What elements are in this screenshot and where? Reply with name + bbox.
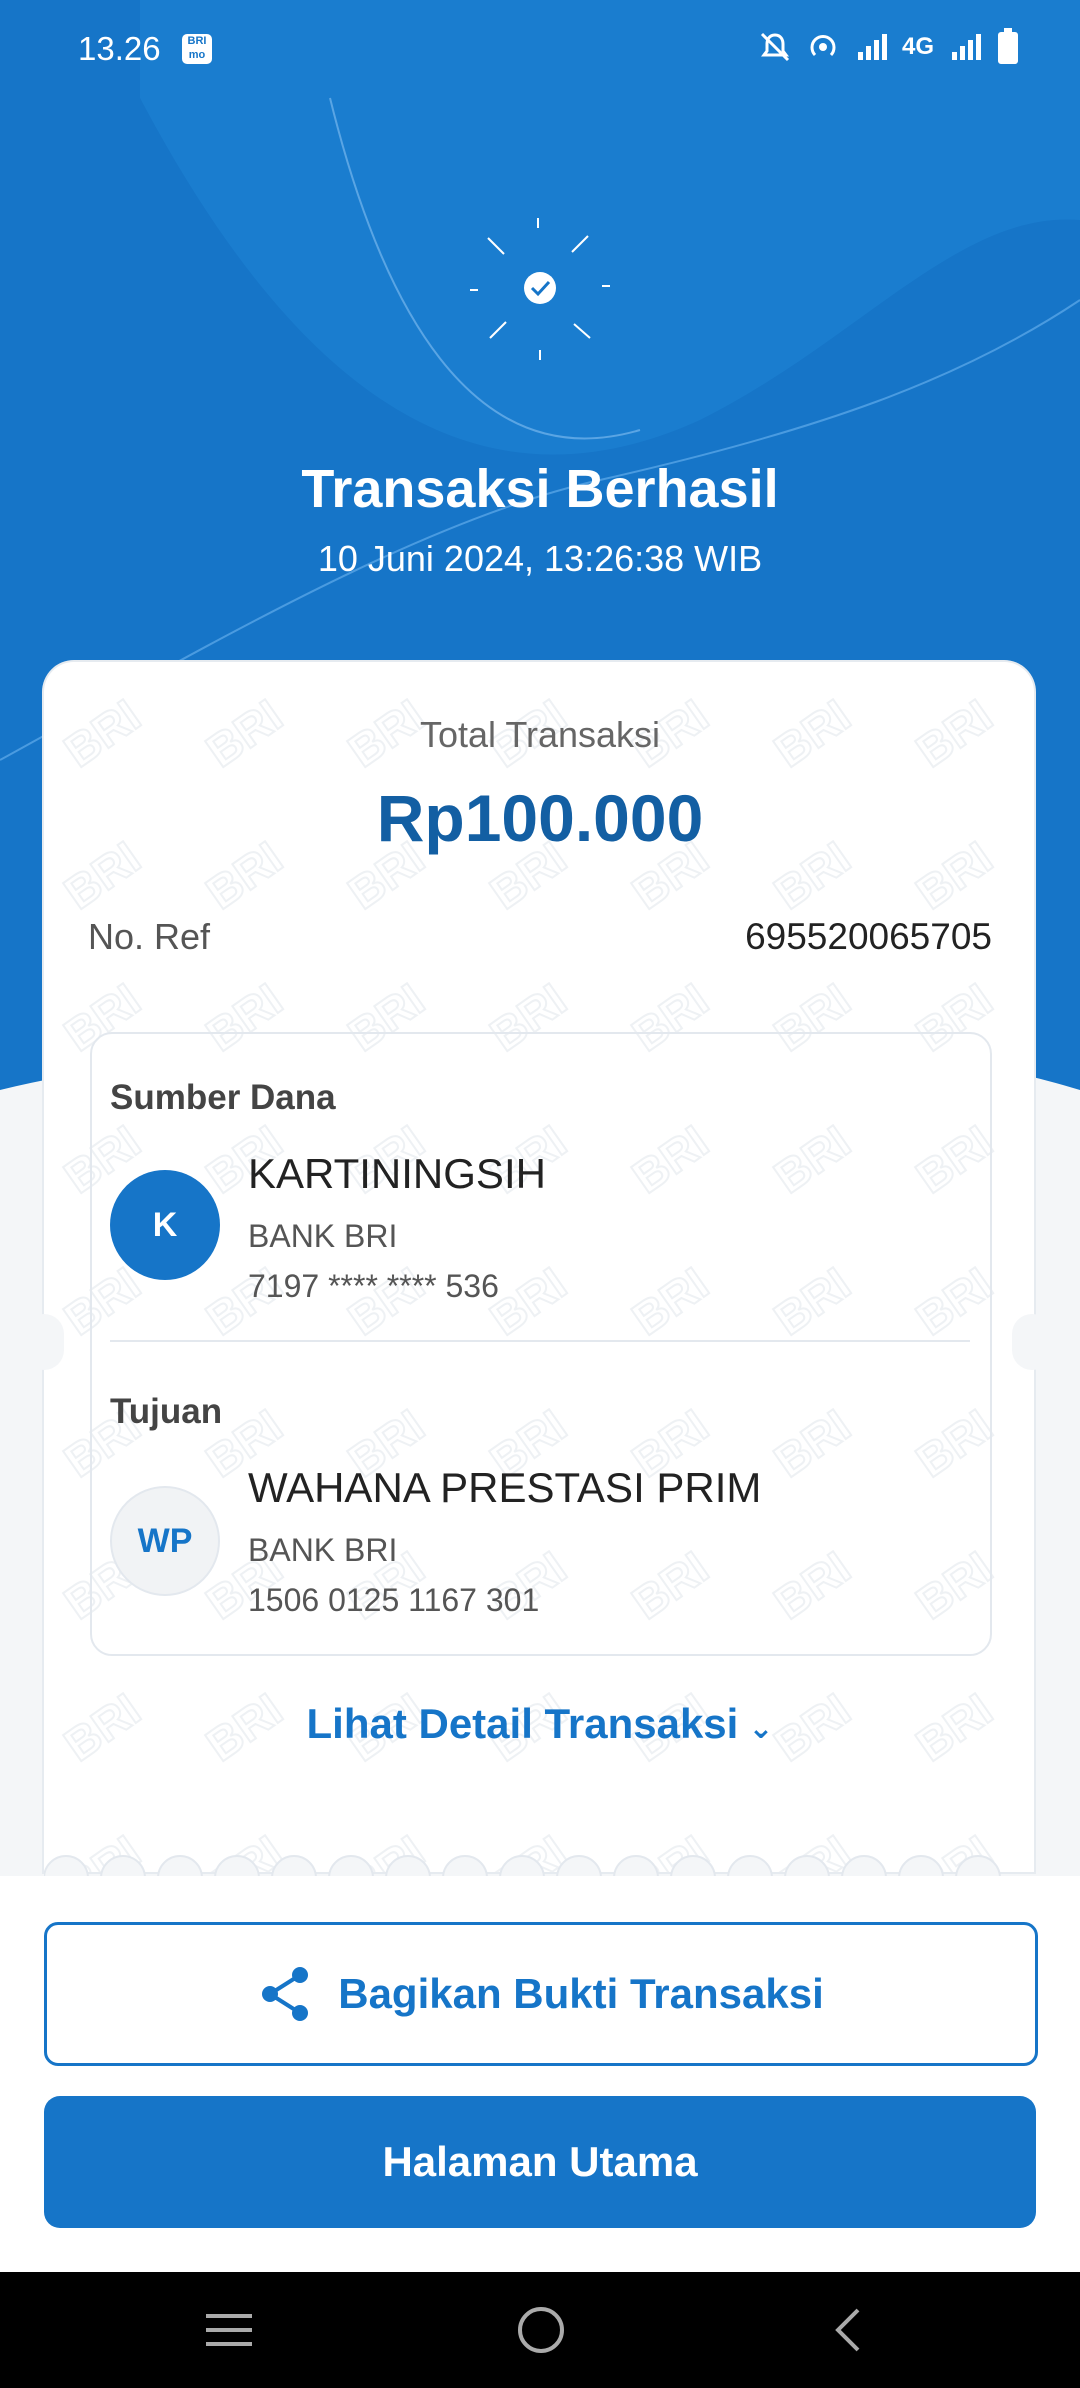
scallop	[157, 1855, 203, 1878]
receipt-notch-left	[24, 1314, 64, 1370]
back-nav-icon[interactable]	[828, 2300, 868, 2360]
scallop	[214, 1855, 260, 1878]
scallop	[898, 1855, 944, 1878]
source-avatar: K	[110, 1170, 220, 1280]
scallop	[499, 1855, 545, 1878]
destination-name: WAHANA PRESTASI PRIM	[248, 1464, 762, 1511]
destination-bank: BANK BRI	[248, 1532, 398, 1568]
receipt-scallop-edge	[44, 1855, 1001, 1878]
total-amount: Rp100.000	[376, 781, 704, 855]
status-bar: 13.26 BRI mo 4G	[0, 0, 1080, 98]
page-title: Transaksi Berhasil	[301, 459, 779, 519]
share-receipt-button[interactable]: Bagikan Bukti Transaksi	[44, 1922, 1038, 2066]
system-navigation-bar	[0, 2272, 1080, 2388]
bri-mo-app-icon: BRI mo	[182, 34, 212, 64]
reference-number: 695520065705	[745, 916, 992, 957]
battery-icon	[998, 28, 1018, 64]
network-type: 4G	[901, 33, 934, 60]
destination-account: 1506 0125 1167 301	[248, 1582, 540, 1618]
recent-apps-icon[interactable]	[202, 2300, 256, 2360]
receipt-notch-right	[1012, 1314, 1052, 1370]
scallop	[670, 1855, 716, 1878]
view-detail-link[interactable]: Lihat Detail Transaksi ⌄	[0, 1700, 1080, 1748]
share-button-label: Bagikan Bukti Transaksi	[338, 1970, 824, 2017]
transaction-datetime: 10 Juni 2024, 13:26:38 WIB	[317, 538, 763, 579]
destination-avatar: WP	[110, 1486, 220, 1596]
share-icon	[262, 1967, 309, 2021]
mute-icon	[760, 32, 790, 62]
scallop	[100, 1855, 146, 1878]
scallop	[613, 1855, 659, 1878]
source-name: KARTININGSIH	[248, 1150, 546, 1197]
source-section-label: Sumber Dana	[110, 1078, 336, 1117]
hotspot-icon	[810, 35, 836, 57]
scallop	[44, 1855, 89, 1878]
scallop	[385, 1855, 431, 1878]
source-bank: BANK BRI	[248, 1218, 398, 1254]
view-detail-label: Lihat Detail Transaksi	[306, 1700, 739, 1747]
total-transaction-label: Total Transaksi	[419, 714, 661, 755]
reference-label: No. Ref	[88, 916, 211, 957]
scallop	[727, 1855, 773, 1878]
home-button-label: Halaman Utama	[382, 2138, 698, 2185]
scallop	[442, 1855, 488, 1878]
signal-icon	[857, 34, 887, 60]
home-nav-icon[interactable]	[512, 2300, 570, 2360]
scallop	[841, 1855, 887, 1878]
scallop	[955, 1855, 1001, 1878]
chevron-down-icon: ⌄	[748, 1712, 774, 1745]
scallop	[328, 1855, 374, 1878]
divider	[110, 1340, 970, 1342]
parties-box	[90, 1032, 992, 1656]
scallop	[556, 1855, 602, 1878]
signal-icon	[952, 34, 981, 60]
home-button[interactable]: Halaman Utama	[44, 2096, 1036, 2228]
scallop	[271, 1855, 317, 1878]
scallop	[784, 1855, 830, 1878]
status-time: 13.26	[78, 30, 161, 67]
destination-section-label: Tujuan	[110, 1392, 223, 1431]
success-check-icon	[470, 218, 610, 360]
source-account: 7197 **** **** 536	[248, 1268, 499, 1304]
